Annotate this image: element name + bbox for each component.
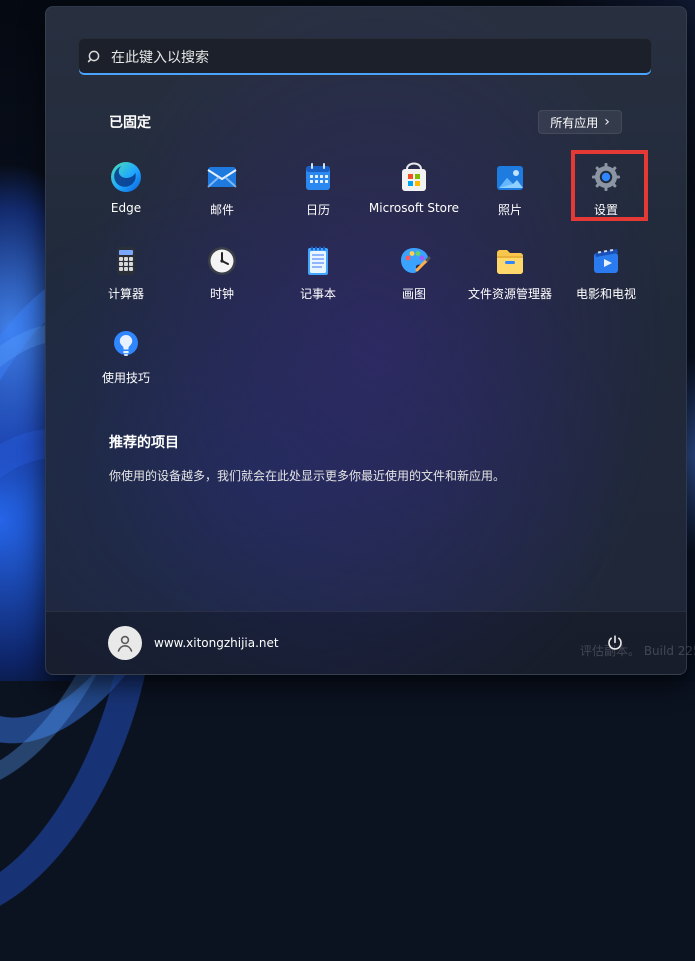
recommended-title: 推荐的项目 bbox=[109, 435, 179, 451]
app-label: 记事本 bbox=[299, 287, 336, 301]
store-icon bbox=[396, 159, 432, 195]
pinned-app-paint[interactable]: 画图 bbox=[366, 241, 462, 315]
notepad-icon bbox=[300, 243, 336, 279]
app-label: 时钟 bbox=[209, 287, 234, 301]
photos-icon bbox=[492, 159, 528, 195]
pinned-app-microsoft-store[interactable]: Microsoft Store bbox=[366, 157, 462, 231]
all-apps-button[interactable]: 所有应用 › bbox=[538, 110, 622, 134]
search-placeholder[interactable]: 在此键入以搜索 bbox=[111, 47, 209, 67]
app-label: 设置 bbox=[593, 203, 618, 217]
calendar-icon bbox=[300, 159, 336, 195]
app-label: 邮件 bbox=[209, 203, 234, 217]
tips-lightbulb-icon bbox=[108, 327, 144, 363]
all-apps-label: 所有应用 bbox=[550, 115, 599, 130]
app-label: 日历 bbox=[305, 203, 330, 217]
pinned-app-notepad[interactable]: 记事本 bbox=[270, 241, 366, 315]
app-label: 计算器 bbox=[107, 287, 144, 301]
settings-gear-icon bbox=[588, 159, 624, 195]
search-icon bbox=[79, 38, 111, 76]
avatar bbox=[108, 626, 142, 660]
user-icon bbox=[117, 635, 133, 652]
pinned-app-mail[interactable]: 邮件 bbox=[174, 157, 270, 231]
user-account[interactable]: www.xitongzhijia.net bbox=[108, 626, 279, 660]
app-label: Edge bbox=[110, 201, 142, 215]
desktop-build-watermark: 评估副本。 Build 225 bbox=[580, 644, 695, 658]
pinned-app-clock[interactable]: 时钟 bbox=[174, 241, 270, 315]
edge-icon bbox=[108, 159, 144, 195]
pinned-app-tips[interactable]: 使用技巧 bbox=[78, 325, 174, 399]
pinned-app-movies-tv[interactable]: 电影和电视 bbox=[558, 241, 654, 315]
app-label: 电影和电视 bbox=[575, 287, 636, 301]
pinned-app-calendar[interactable]: 日历 bbox=[270, 157, 366, 231]
pinned-app-edge[interactable]: Edge bbox=[78, 157, 174, 231]
recommended-description: 你使用的设备越多，我们就会在此处显示更多你最近使用的文件和新应用。 bbox=[109, 469, 506, 483]
pinned-app-calculator[interactable]: 计算器 bbox=[78, 241, 174, 315]
search-box[interactable]: 在此键入以搜索 bbox=[78, 38, 652, 76]
movies-tv-icon bbox=[588, 243, 624, 279]
app-label: 照片 bbox=[497, 203, 522, 217]
app-label: 画图 bbox=[401, 287, 426, 301]
pinned-app-settings[interactable]: 设置 bbox=[558, 157, 654, 231]
app-label: Microsoft Store bbox=[368, 201, 460, 215]
mail-icon bbox=[204, 159, 240, 195]
app-label: 使用技巧 bbox=[101, 371, 150, 385]
clock-icon bbox=[204, 243, 240, 279]
pinned-app-file-explorer[interactable]: 文件资源管理器 bbox=[462, 241, 558, 315]
chevron-right-icon: › bbox=[604, 113, 610, 130]
pinned-app-photos[interactable]: 照片 bbox=[462, 157, 558, 231]
app-label: 文件资源管理器 bbox=[467, 287, 552, 301]
start-menu: 在此键入以搜索 已固定 所有应用 › Edge 邮件 日历 Microsoft … bbox=[45, 6, 687, 675]
calculator-icon bbox=[108, 243, 144, 279]
paint-palette-icon bbox=[396, 243, 432, 279]
user-name: www.xitongzhijia.net bbox=[154, 636, 279, 650]
folder-icon bbox=[492, 243, 528, 279]
pinned-title: 已固定 bbox=[109, 115, 151, 131]
